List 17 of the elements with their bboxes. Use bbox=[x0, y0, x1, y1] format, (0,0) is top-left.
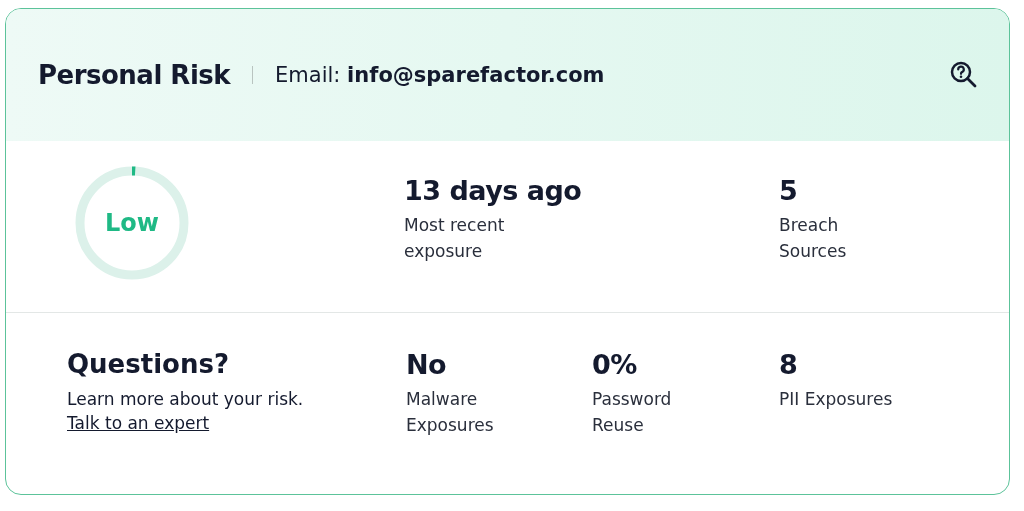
stat-value: 8 bbox=[779, 349, 799, 380]
stat-label: Most recent exposure bbox=[404, 214, 506, 263]
search-help-icon[interactable] bbox=[949, 60, 979, 90]
stat-value: No bbox=[406, 349, 448, 380]
stat-label: PII Exposures bbox=[779, 388, 894, 411]
questions-text: Learn more about your risk. bbox=[67, 389, 305, 409]
stat-value: 13 days ago bbox=[404, 175, 583, 206]
questions-title: Questions? bbox=[67, 349, 230, 379]
stat-label: Malware Exposures bbox=[406, 388, 495, 437]
risk-level-label: Low bbox=[105, 209, 159, 237]
stat-value: 0% bbox=[592, 349, 638, 380]
stat-value: 5 bbox=[779, 175, 799, 206]
expert-link[interactable]: Talk to an expert bbox=[67, 413, 210, 433]
card-title: Personal Risk bbox=[38, 60, 231, 90]
stat-label: Breach Sources bbox=[779, 214, 848, 263]
email-text: Email: info@sparefactor.com bbox=[275, 63, 606, 87]
stat-label: Password Reuse bbox=[592, 388, 673, 437]
